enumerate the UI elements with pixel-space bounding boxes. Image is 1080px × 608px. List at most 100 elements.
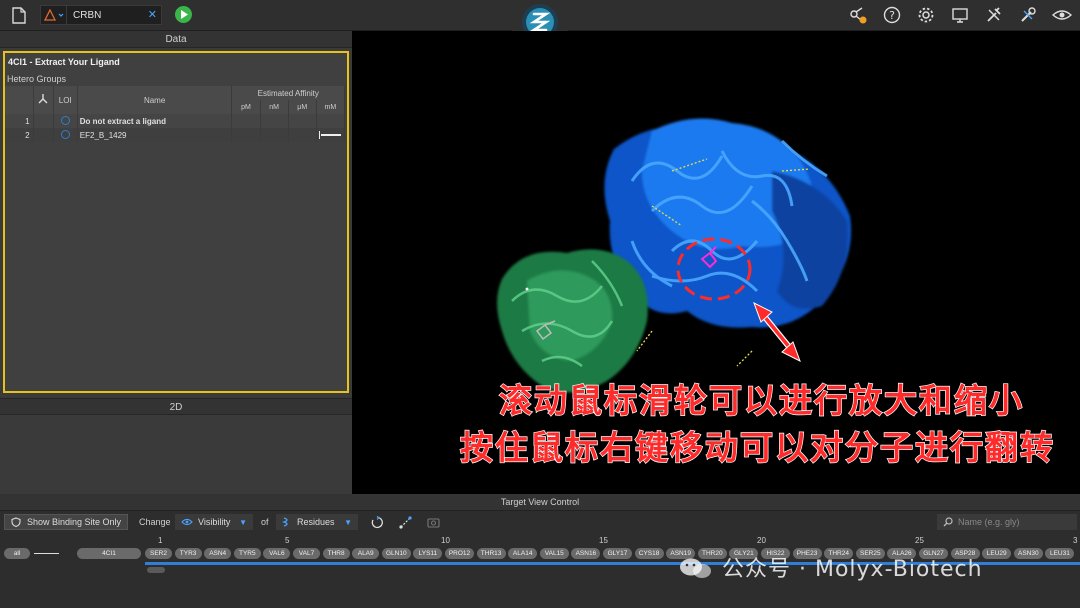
loi-radio[interactable] bbox=[53, 114, 78, 128]
affinity-bar bbox=[318, 131, 341, 139]
svg-text:?: ? bbox=[889, 9, 895, 22]
toolbar-right-icons: ? bbox=[848, 5, 1072, 25]
data-panel: Data 4CI1 - Extract Your Ligand Hetero G… bbox=[0, 31, 352, 494]
show-binding-label: Show Binding Site Only bbox=[27, 517, 122, 527]
change-label: Change bbox=[139, 517, 171, 527]
wechat-logo bbox=[678, 557, 716, 579]
affinity-cell bbox=[316, 114, 346, 128]
residue-chip[interactable]: THR8 bbox=[322, 548, 350, 559]
affinity-header[interactable]: Estimated Affinity bbox=[231, 86, 345, 100]
monitor-icon[interactable] bbox=[950, 5, 970, 25]
residue-chip[interactable]: ALA14 bbox=[508, 548, 538, 559]
ligand-column-icon[interactable] bbox=[33, 86, 54, 114]
radio-icon[interactable] bbox=[60, 115, 70, 125]
radio-icon[interactable] bbox=[60, 129, 70, 139]
residue-chip[interactable]: SER2 bbox=[145, 548, 172, 559]
sequence-scrollbar[interactable] bbox=[147, 567, 165, 573]
hetero-table: LOI Name Estimated Affinity pM nM μM mM … bbox=[5, 86, 346, 142]
eye-icon[interactable] bbox=[1052, 5, 1072, 25]
molecule-viewer[interactable]: 滚动鼠标滑轮可以进行放大和缩小 按住鼠标右键移动可以对分子进行翻转 bbox=[352, 31, 1080, 494]
affinity-cell bbox=[288, 128, 317, 142]
residue-chip[interactable]: ASN16 bbox=[571, 548, 601, 559]
instruction-zoom: 滚动鼠标滑轮可以进行放大和缩小 bbox=[498, 380, 1024, 420]
row-num-header bbox=[5, 86, 34, 114]
wrench-icon[interactable] bbox=[1018, 5, 1038, 25]
connect-icon[interactable] bbox=[399, 516, 412, 531]
warning-icon[interactable] bbox=[41, 6, 67, 24]
eye-icon bbox=[181, 518, 193, 526]
residue-chip[interactable]: ALA9 bbox=[352, 548, 380, 559]
watermark-text: 公众号 · Molyx-Biotech bbox=[722, 557, 983, 582]
tools-icon[interactable] bbox=[984, 5, 1004, 25]
residue-chip[interactable]: LEU29 bbox=[982, 548, 1012, 559]
search-placeholder: Name (e.g. gly) bbox=[958, 517, 1020, 527]
name-header[interactable]: Name bbox=[77, 86, 233, 114]
residue-chip[interactable]: PRO12 bbox=[445, 548, 474, 559]
sequence-ruler: 1 5 10 15 20 25 3 bbox=[145, 536, 1080, 546]
settings-icon[interactable] bbox=[916, 5, 936, 25]
extract-ligand-box: 4CI1 - Extract Your Ligand Hetero Groups… bbox=[3, 51, 349, 393]
row-icon-cell bbox=[33, 114, 54, 128]
residue-chip[interactable]: ASN30 bbox=[1013, 548, 1043, 559]
residue-chip[interactable]: TYR5 bbox=[233, 548, 261, 559]
ruler-tick: 20 bbox=[757, 536, 766, 545]
instruction-rotate: 按住鼠标右键移动可以对分子进行翻转 bbox=[459, 427, 1055, 467]
row-name: Do not extract a ligand bbox=[77, 114, 233, 128]
ruler-tick: 3 bbox=[1073, 536, 1078, 545]
divider bbox=[34, 553, 59, 554]
residue-chip[interactable]: GLN10 bbox=[381, 548, 411, 559]
loi-radio[interactable] bbox=[53, 128, 78, 142]
chain-chip[interactable]: 4CI1 bbox=[77, 548, 141, 559]
row-number: 2 bbox=[5, 128, 34, 142]
ruler-tick: 1 bbox=[158, 536, 163, 545]
residue-search-input[interactable]: Name (e.g. gly) bbox=[937, 514, 1077, 530]
reset-icon[interactable] bbox=[371, 515, 384, 531]
help-icon[interactable]: ? bbox=[882, 5, 902, 25]
ruler-tick: 25 bbox=[915, 536, 924, 545]
chevron-down-icon: ▼ bbox=[344, 517, 352, 527]
unit-pm: pM bbox=[231, 100, 261, 114]
unit-um: μM bbox=[288, 100, 317, 114]
residues-dropdown[interactable]: Residues ▼ bbox=[276, 514, 358, 530]
close-icon[interactable]: ✕ bbox=[148, 8, 157, 21]
run-button[interactable] bbox=[175, 6, 192, 23]
show-binding-site-button[interactable]: Show Binding Site Only bbox=[4, 514, 128, 530]
residue-chip[interactable]: ASN4 bbox=[204, 548, 232, 559]
residue-chip[interactable]: VAL15 bbox=[539, 548, 569, 559]
affinity-cell bbox=[231, 114, 261, 128]
camera-icon[interactable] bbox=[427, 516, 440, 530]
unit-mm: mM bbox=[316, 100, 346, 114]
affinity-bar-cell bbox=[316, 128, 346, 142]
chain-all-chip[interactable]: all bbox=[4, 548, 30, 559]
residue-chip[interactable]: VAL7 bbox=[293, 548, 320, 559]
residue-chip[interactable]: LYS11 bbox=[413, 548, 443, 559]
hetero-groups-label: Hetero Groups bbox=[7, 74, 67, 84]
residue-chip[interactable]: LEU31 bbox=[1045, 548, 1075, 559]
visibility-label: Visibility bbox=[198, 517, 231, 527]
table-row[interactable]: 1 Do not extract a ligand bbox=[5, 114, 346, 128]
ruler-tick: 10 bbox=[441, 536, 450, 545]
residue-chip[interactable]: CYS18 bbox=[634, 548, 664, 559]
row-icon-cell bbox=[33, 128, 54, 142]
shield-icon bbox=[11, 517, 21, 527]
table-row[interactable]: 2 EF2_B_1429 bbox=[5, 128, 346, 142]
row-name: EF2_B_1429 bbox=[77, 128, 233, 142]
residue-chip[interactable]: VAL6 bbox=[263, 548, 291, 559]
ruler-tick: 15 bbox=[599, 536, 608, 545]
panel-2d: 2D bbox=[0, 398, 352, 494]
residue-chip[interactable]: THR13 bbox=[476, 548, 506, 559]
residue-chip[interactable]: TYR3 bbox=[174, 548, 202, 559]
file-icon[interactable] bbox=[10, 6, 28, 24]
affinity-cell bbox=[288, 114, 317, 128]
residues-label: Residues bbox=[297, 517, 335, 527]
loi-header[interactable]: LOI bbox=[53, 86, 78, 114]
twod-header: 2D bbox=[0, 398, 352, 415]
residue-chip[interactable]: GLY17 bbox=[603, 548, 632, 559]
structure-tab[interactable]: CRBN ✕ bbox=[40, 5, 162, 25]
row-number: 1 bbox=[5, 114, 34, 128]
visibility-dropdown[interactable]: Visibility ▼ bbox=[175, 514, 253, 530]
affinity-cell bbox=[260, 128, 289, 142]
molecule-alert-icon[interactable] bbox=[848, 5, 868, 25]
helix-icon bbox=[282, 517, 288, 527]
control-row: Show Binding Site Only Change Visibility… bbox=[0, 514, 1080, 532]
